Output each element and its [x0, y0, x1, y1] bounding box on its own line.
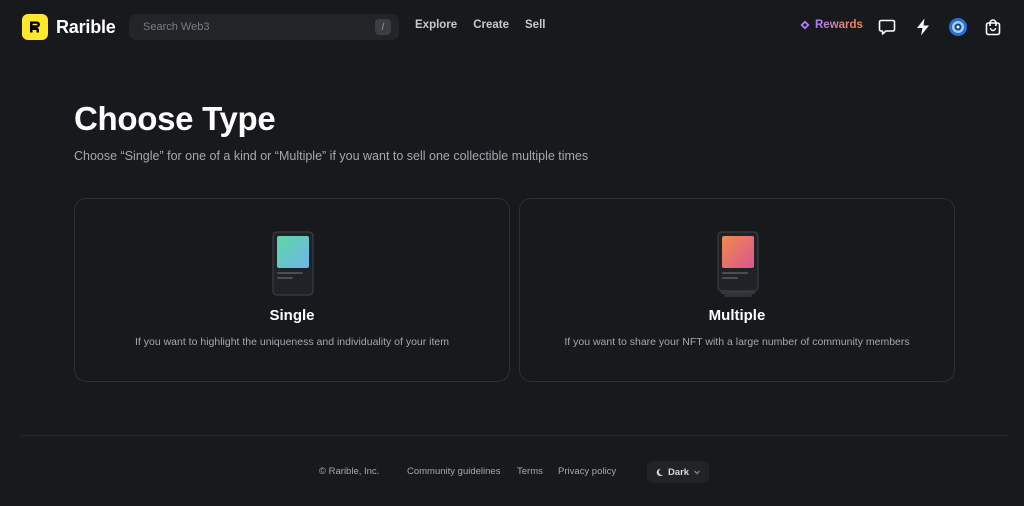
multiple-type-card[interactable]: Multiple If you want to share your NFT w…: [519, 198, 955, 382]
multiple-nft-illustration: [717, 231, 759, 304]
nav-create[interactable]: Create: [473, 19, 509, 31]
top-header: Rarible / Explore Create Sell Rewards: [0, 0, 1024, 54]
nav-explore[interactable]: Explore: [415, 19, 457, 31]
footer-divider: [21, 435, 1008, 436]
page-title: Choose Type: [74, 100, 276, 137]
moon-icon: [656, 468, 664, 476]
search-shortcut-key: /: [375, 19, 391, 35]
multiple-card-title: Multiple: [708, 307, 766, 324]
privacy-policy-link[interactable]: Privacy policy: [558, 466, 616, 477]
chat-icon[interactable]: [876, 16, 898, 38]
chevron-down-icon: [694, 470, 700, 475]
multiple-card-description: If you want to share your NFT with a lar…: [564, 336, 910, 348]
search-bar[interactable]: /: [129, 14, 399, 40]
single-type-card[interactable]: Single If you want to highlight the uniq…: [74, 198, 510, 382]
rarible-logo[interactable]: Rarible: [22, 14, 116, 40]
rewards-label: Rewards: [815, 19, 863, 31]
single-card-description: If you want to highlight the uniqueness …: [134, 336, 450, 348]
page-subtitle: Choose “Single” for one of a kind or “Mu…: [74, 149, 589, 163]
single-card-title: Single: [269, 307, 315, 324]
terms-link[interactable]: Terms: [517, 466, 543, 477]
page-footer: © Rarible, Inc. Community guidelines Ter…: [0, 461, 1024, 483]
lightning-icon[interactable]: [912, 16, 934, 38]
rewards-link[interactable]: Rewards: [800, 19, 863, 31]
avatar[interactable]: [947, 16, 969, 38]
theme-label: Dark: [667, 466, 690, 478]
main-nav: Explore Create Sell: [415, 19, 545, 31]
nav-sell[interactable]: Sell: [525, 19, 545, 31]
single-nft-illustration: [272, 231, 314, 302]
rarible-logo-icon: [22, 14, 48, 40]
search-input[interactable]: [143, 21, 375, 33]
theme-toggle-button[interactable]: Dark: [647, 461, 709, 483]
community-guidelines-link[interactable]: Community guidelines: [407, 466, 500, 477]
logo-text: Rarible: [56, 16, 116, 37]
bag-icon[interactable]: [982, 16, 1004, 38]
diamond-icon: [800, 20, 810, 30]
copyright-text: © Rarible, Inc.: [319, 466, 380, 477]
